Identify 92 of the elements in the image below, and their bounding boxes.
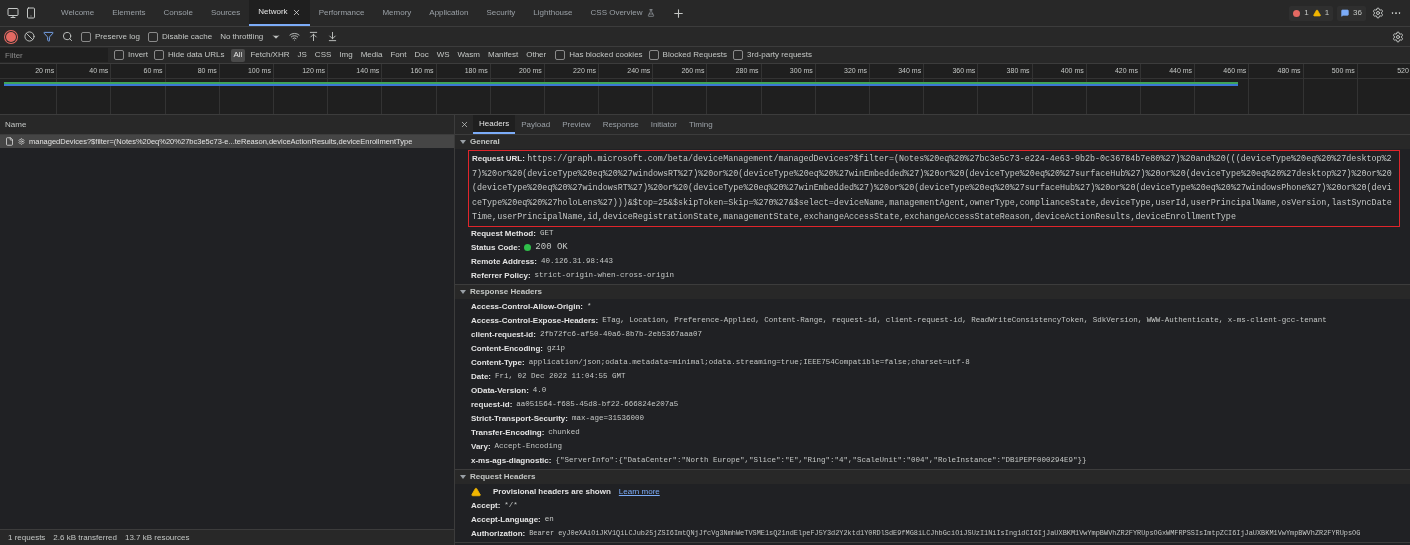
header-name: Request Method: [471, 227, 536, 240]
checkbox-option[interactable]: Preserve log [81, 30, 140, 43]
settings-icon[interactable] [1392, 30, 1404, 43]
message-count: 36 [1353, 7, 1362, 19]
section-header[interactable]: General [455, 135, 1410, 149]
header-name: Accept: [471, 499, 501, 512]
gear-icon [18, 138, 25, 145]
type-filter[interactable]: Font [387, 48, 410, 62]
error-count: 1 [1304, 7, 1309, 19]
header-value: 200 OK [535, 240, 568, 254]
panel-tab[interactable]: Lighthouse [524, 0, 582, 26]
file-icon [5, 137, 14, 146]
learn-more-link[interactable]: Learn more [618, 485, 660, 498]
add-tab-icon[interactable] [671, 6, 685, 20]
status-text: 13.7 kB resources [124, 531, 190, 544]
warning-icon [471, 486, 481, 497]
network-conditions-icon[interactable] [289, 31, 301, 42]
panel-tab[interactable]: Sources [201, 0, 250, 26]
checkbox-option[interactable]: Invert [114, 49, 148, 61]
type-filter[interactable]: Fetch/XHR [247, 48, 293, 62]
checkbox-option[interactable]: Blocked Requests [648, 49, 728, 61]
header-name: Access-Control-Expose-Headers: [471, 314, 599, 327]
checkbox-option[interactable]: Disable cache [147, 30, 213, 43]
error-icon [1293, 9, 1301, 17]
type-filter[interactable]: All [230, 48, 246, 62]
header-name: request-id: [471, 398, 513, 411]
message-icon [1341, 9, 1350, 17]
type-filter[interactable]: Wasm [454, 48, 483, 62]
panel-tab[interactable]: CSS Overview [581, 0, 664, 26]
type-filter[interactable]: Doc [411, 48, 432, 62]
header-name: Transfer-Encoding: [471, 426, 545, 439]
type-filter[interactable]: Manifest [484, 48, 522, 62]
inspect-device-icon[interactable] [7, 7, 19, 19]
checkbox-option[interactable]: Hide data URLs [154, 49, 225, 61]
header-name: x-ms-ags-diagnostic: [471, 454, 552, 467]
warning-text: Provisional headers are shown [493, 485, 611, 498]
detail-tab[interactable]: Headers [473, 115, 516, 134]
panel-tab[interactable]: Security [477, 0, 525, 26]
download-icon[interactable] [327, 31, 339, 42]
panel-tab[interactable]: Elements [103, 0, 155, 26]
checkbox-option[interactable]: 3rd-party requests [733, 49, 812, 61]
header-name: Accept-Language: [471, 513, 541, 526]
messages-counter[interactable]: 36 [1337, 5, 1366, 21]
type-filter[interactable]: CSS [311, 48, 335, 62]
panel-tab[interactable]: Network [249, 0, 310, 26]
panel-tab[interactable]: Application [420, 0, 478, 26]
type-filter[interactable]: Media [357, 48, 386, 62]
device-toolbar-icon[interactable] [25, 7, 37, 19]
settings-icon[interactable] [1372, 7, 1384, 19]
clear-icon[interactable] [24, 31, 35, 42]
header-name: Content-Encoding: [471, 342, 543, 355]
flask-icon [646, 9, 655, 17]
header-name: Date: [471, 370, 491, 383]
header-name: OData-Version: [471, 384, 529, 397]
detail-tab[interactable]: Response [596, 115, 645, 134]
panel-tab[interactable]: Welcome [52, 0, 104, 26]
request-url-row: Request URL: https://graph.microsoft.com/beta/deviceManagement/managedDevices?$filter=(Notes%20eq%20%27bc3e5c73-e224-4e63-9b2b-0c36784b7e80%27)%20and%20(((deviceType%20eq%20%27desktop%27)%20or%20(deviceType%20eq%20%27windowsRT%27)%20or%20(deviceType%20eq%20%27winEmbedded%27)%20or%20(deviceType%20eq%20%27surfaceHub%27)%20or%20(deviceType%20eq%20%27desktop%27)%20or%20(deviceType%20eq%20%27windowsRT%27)%20or%20(deviceType%20eq%20%27winEmbedded%27)%20or%20(deviceType%20eq%20%27surfaceHub%27)%20or%20(deviceType%20eq%20%27windowsPhone%27)%20or%20(deviceType%20eq%20%27holoLens%27)))&$top=25&$skipToken=Skip=%270%27&$select=deviceName,managementAgent,ownerType,complianceState,deviceType,userId,userPrincipalName,osVersion,lastSyncDateTime,userPrincipalName,id,deviceRegistrationState,managementState,exchangeAccessState,exchangeAccessStateReason,deviceActionResults,deviceEnrollmentType [468, 150, 1400, 227]
search-icon[interactable] [62, 31, 73, 42]
throttling-dropdown[interactable]: No throttling [220, 30, 282, 43]
filter-input[interactable]: Filter [0, 48, 108, 62]
issues-counter[interactable]: 1 1 [1289, 5, 1334, 21]
type-filter[interactable]: Img [336, 48, 356, 62]
warning-count: 1 [1324, 7, 1330, 19]
header-name: client-request-id: [471, 328, 536, 341]
header-name: Remote Address: [471, 255, 537, 268]
detail-tab[interactable]: Preview [556, 115, 597, 134]
header-name: Content-Type: [471, 356, 525, 369]
header-name: Strict-Transport-Security: [471, 412, 568, 425]
status-text: 1 requests [8, 531, 46, 544]
header-name: Referrer Policy: [471, 269, 531, 282]
checkbox-option[interactable]: Has blocked cookies [555, 49, 643, 61]
panel-tab[interactable]: Memory [373, 0, 421, 26]
close-icon[interactable] [291, 7, 301, 17]
column-header: Name [5, 118, 27, 131]
panel-tab[interactable]: Performance [309, 0, 374, 26]
panel-tab[interactable]: Console [154, 0, 202, 26]
filter-icon[interactable] [43, 31, 54, 42]
type-filter[interactable]: WS [433, 48, 453, 62]
record-button[interactable] [6, 31, 16, 42]
detail-tab[interactable]: Timing [682, 115, 719, 134]
warning-icon [1312, 9, 1321, 17]
close-icon[interactable] [460, 120, 469, 129]
upload-icon[interactable] [308, 31, 320, 42]
header-name: Access-Control-Allow-Origin: [471, 300, 583, 313]
header-name: Vary: [471, 440, 491, 453]
status-text: 2.6 kB transferred [53, 531, 117, 544]
type-filter[interactable]: JS [294, 48, 310, 62]
detail-tab[interactable]: Payload [515, 115, 557, 134]
header-name: Status Code: [471, 241, 521, 254]
header-name: Authorization: [471, 527, 526, 540]
detail-tab[interactable]: Initiator [644, 115, 683, 134]
type-filter[interactable]: Other [523, 48, 550, 62]
